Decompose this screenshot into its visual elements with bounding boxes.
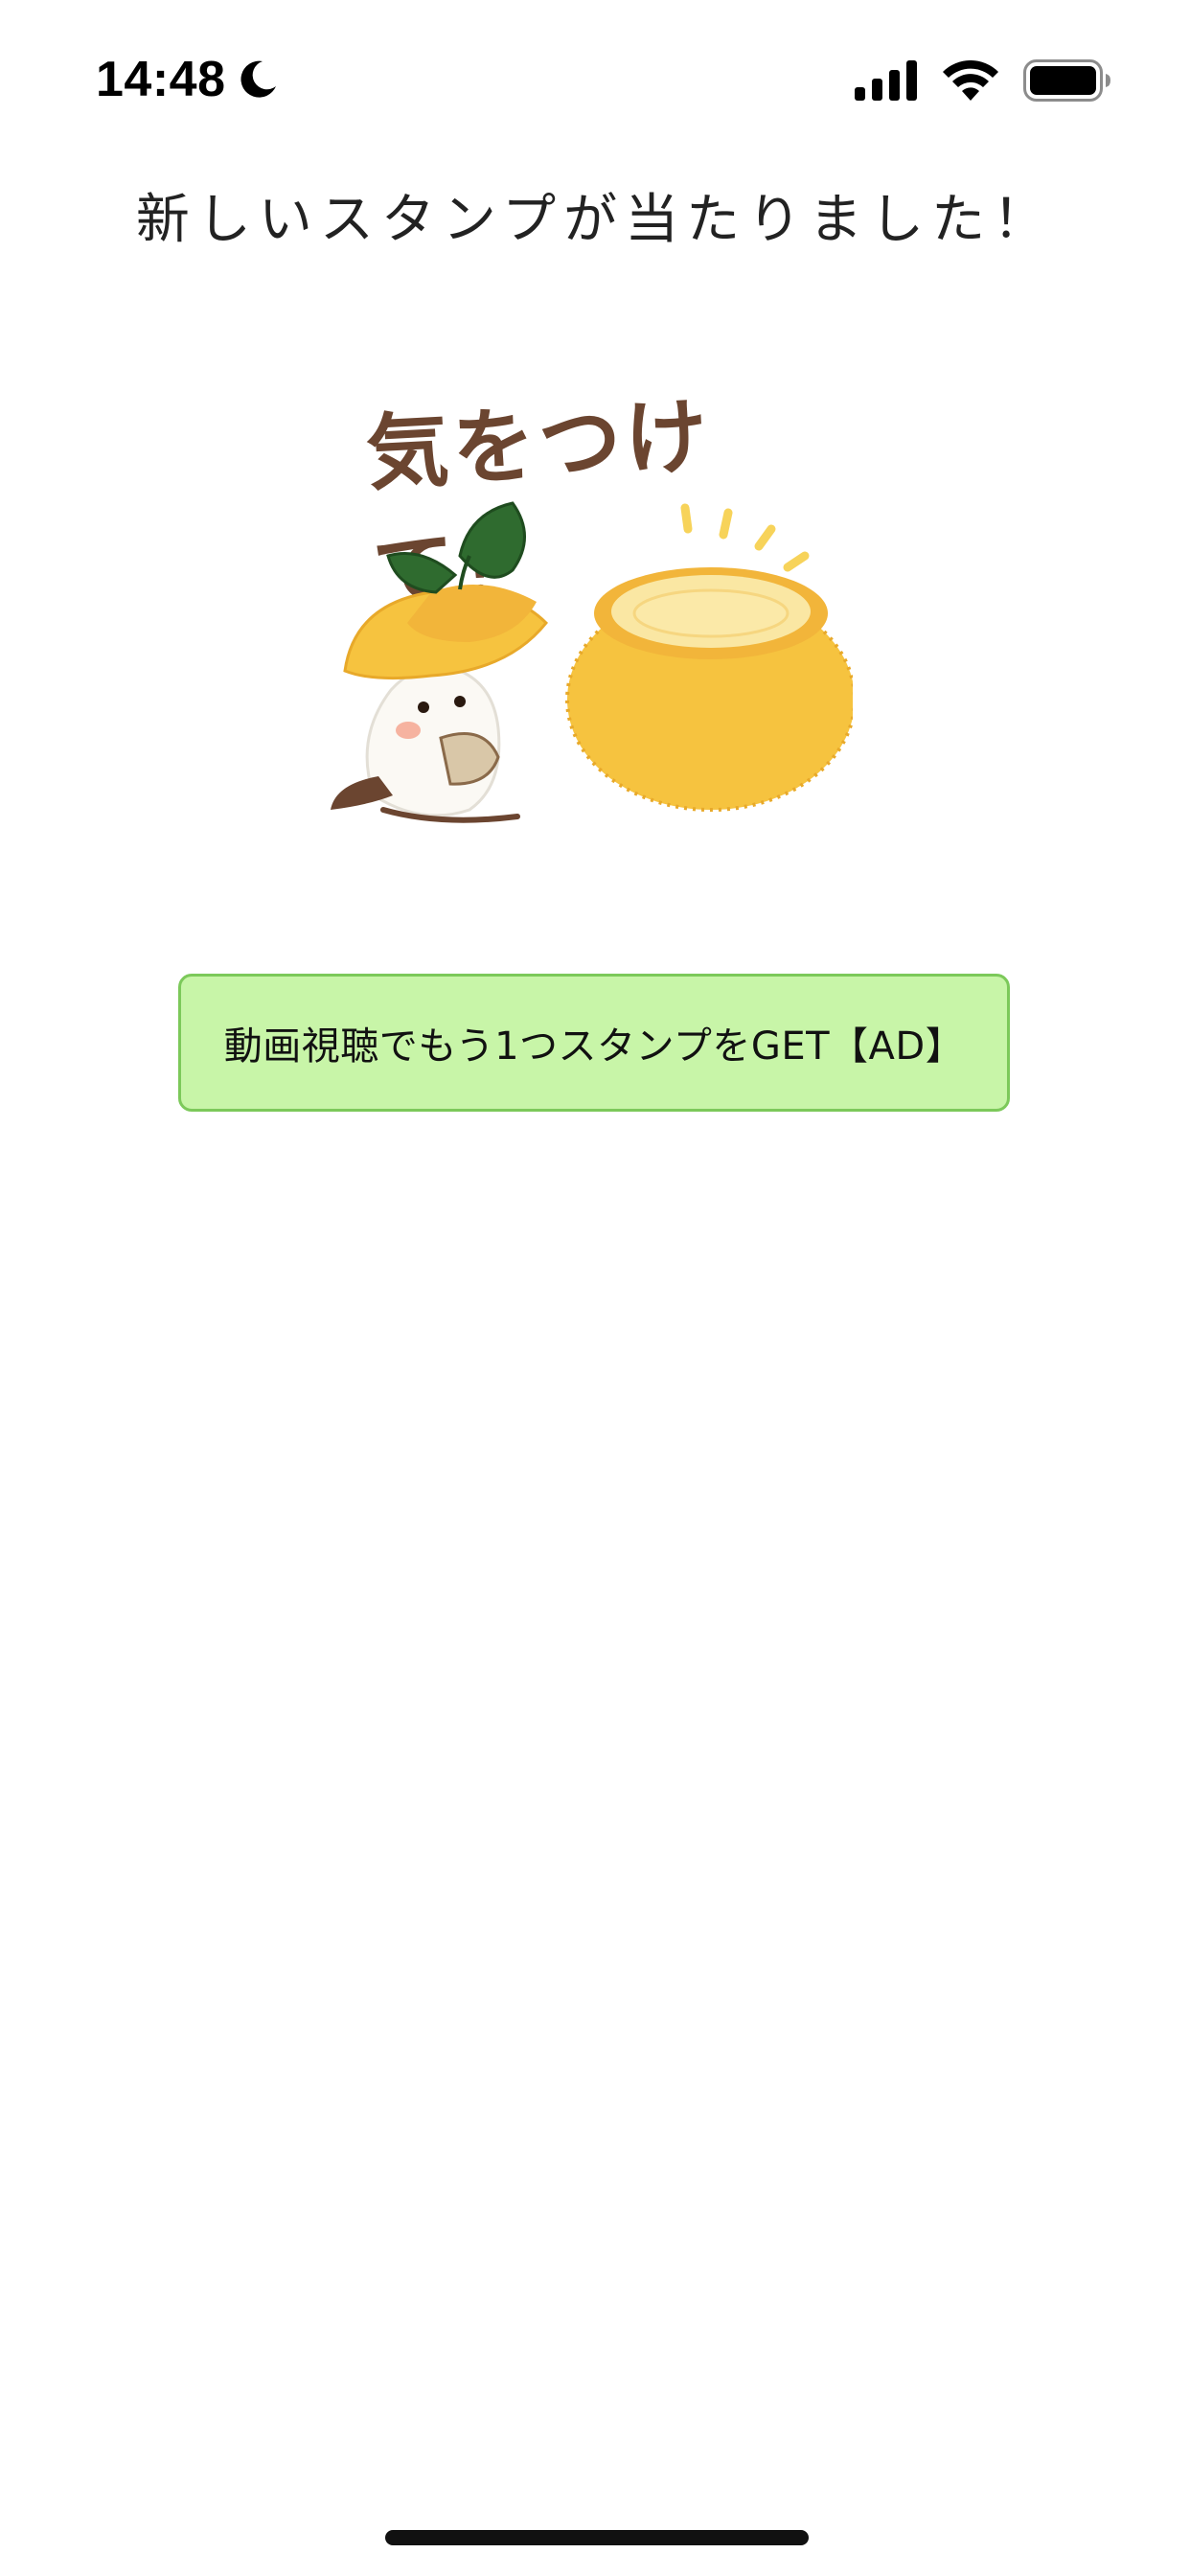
clock-group: 14:48 [96,46,280,113]
moon-icon [236,58,280,102]
battery-icon [1023,59,1110,102]
status-icons [855,56,1111,105]
watch-ad-get-sticker-button[interactable]: 動画視聴でもう1つスタンプをGET【AD】 [178,974,1010,1112]
home-indicator[interactable] [385,2530,809,2545]
cellular-signal-icon [855,60,917,101]
bird-with-orange-bowl-icon [331,501,853,823]
page-title: 新しいスタンプが当たりました！ [135,189,1055,251]
status-time: 14:48 [96,52,226,107]
status-bar: 14:48 [0,0,1190,153]
wifi-icon [943,60,998,101]
watch-ad-button-label: 動画視聴でもう1つスタンプをGET【AD】 [223,1024,965,1069]
sticker-image: 気をつけて！ [316,355,853,853]
